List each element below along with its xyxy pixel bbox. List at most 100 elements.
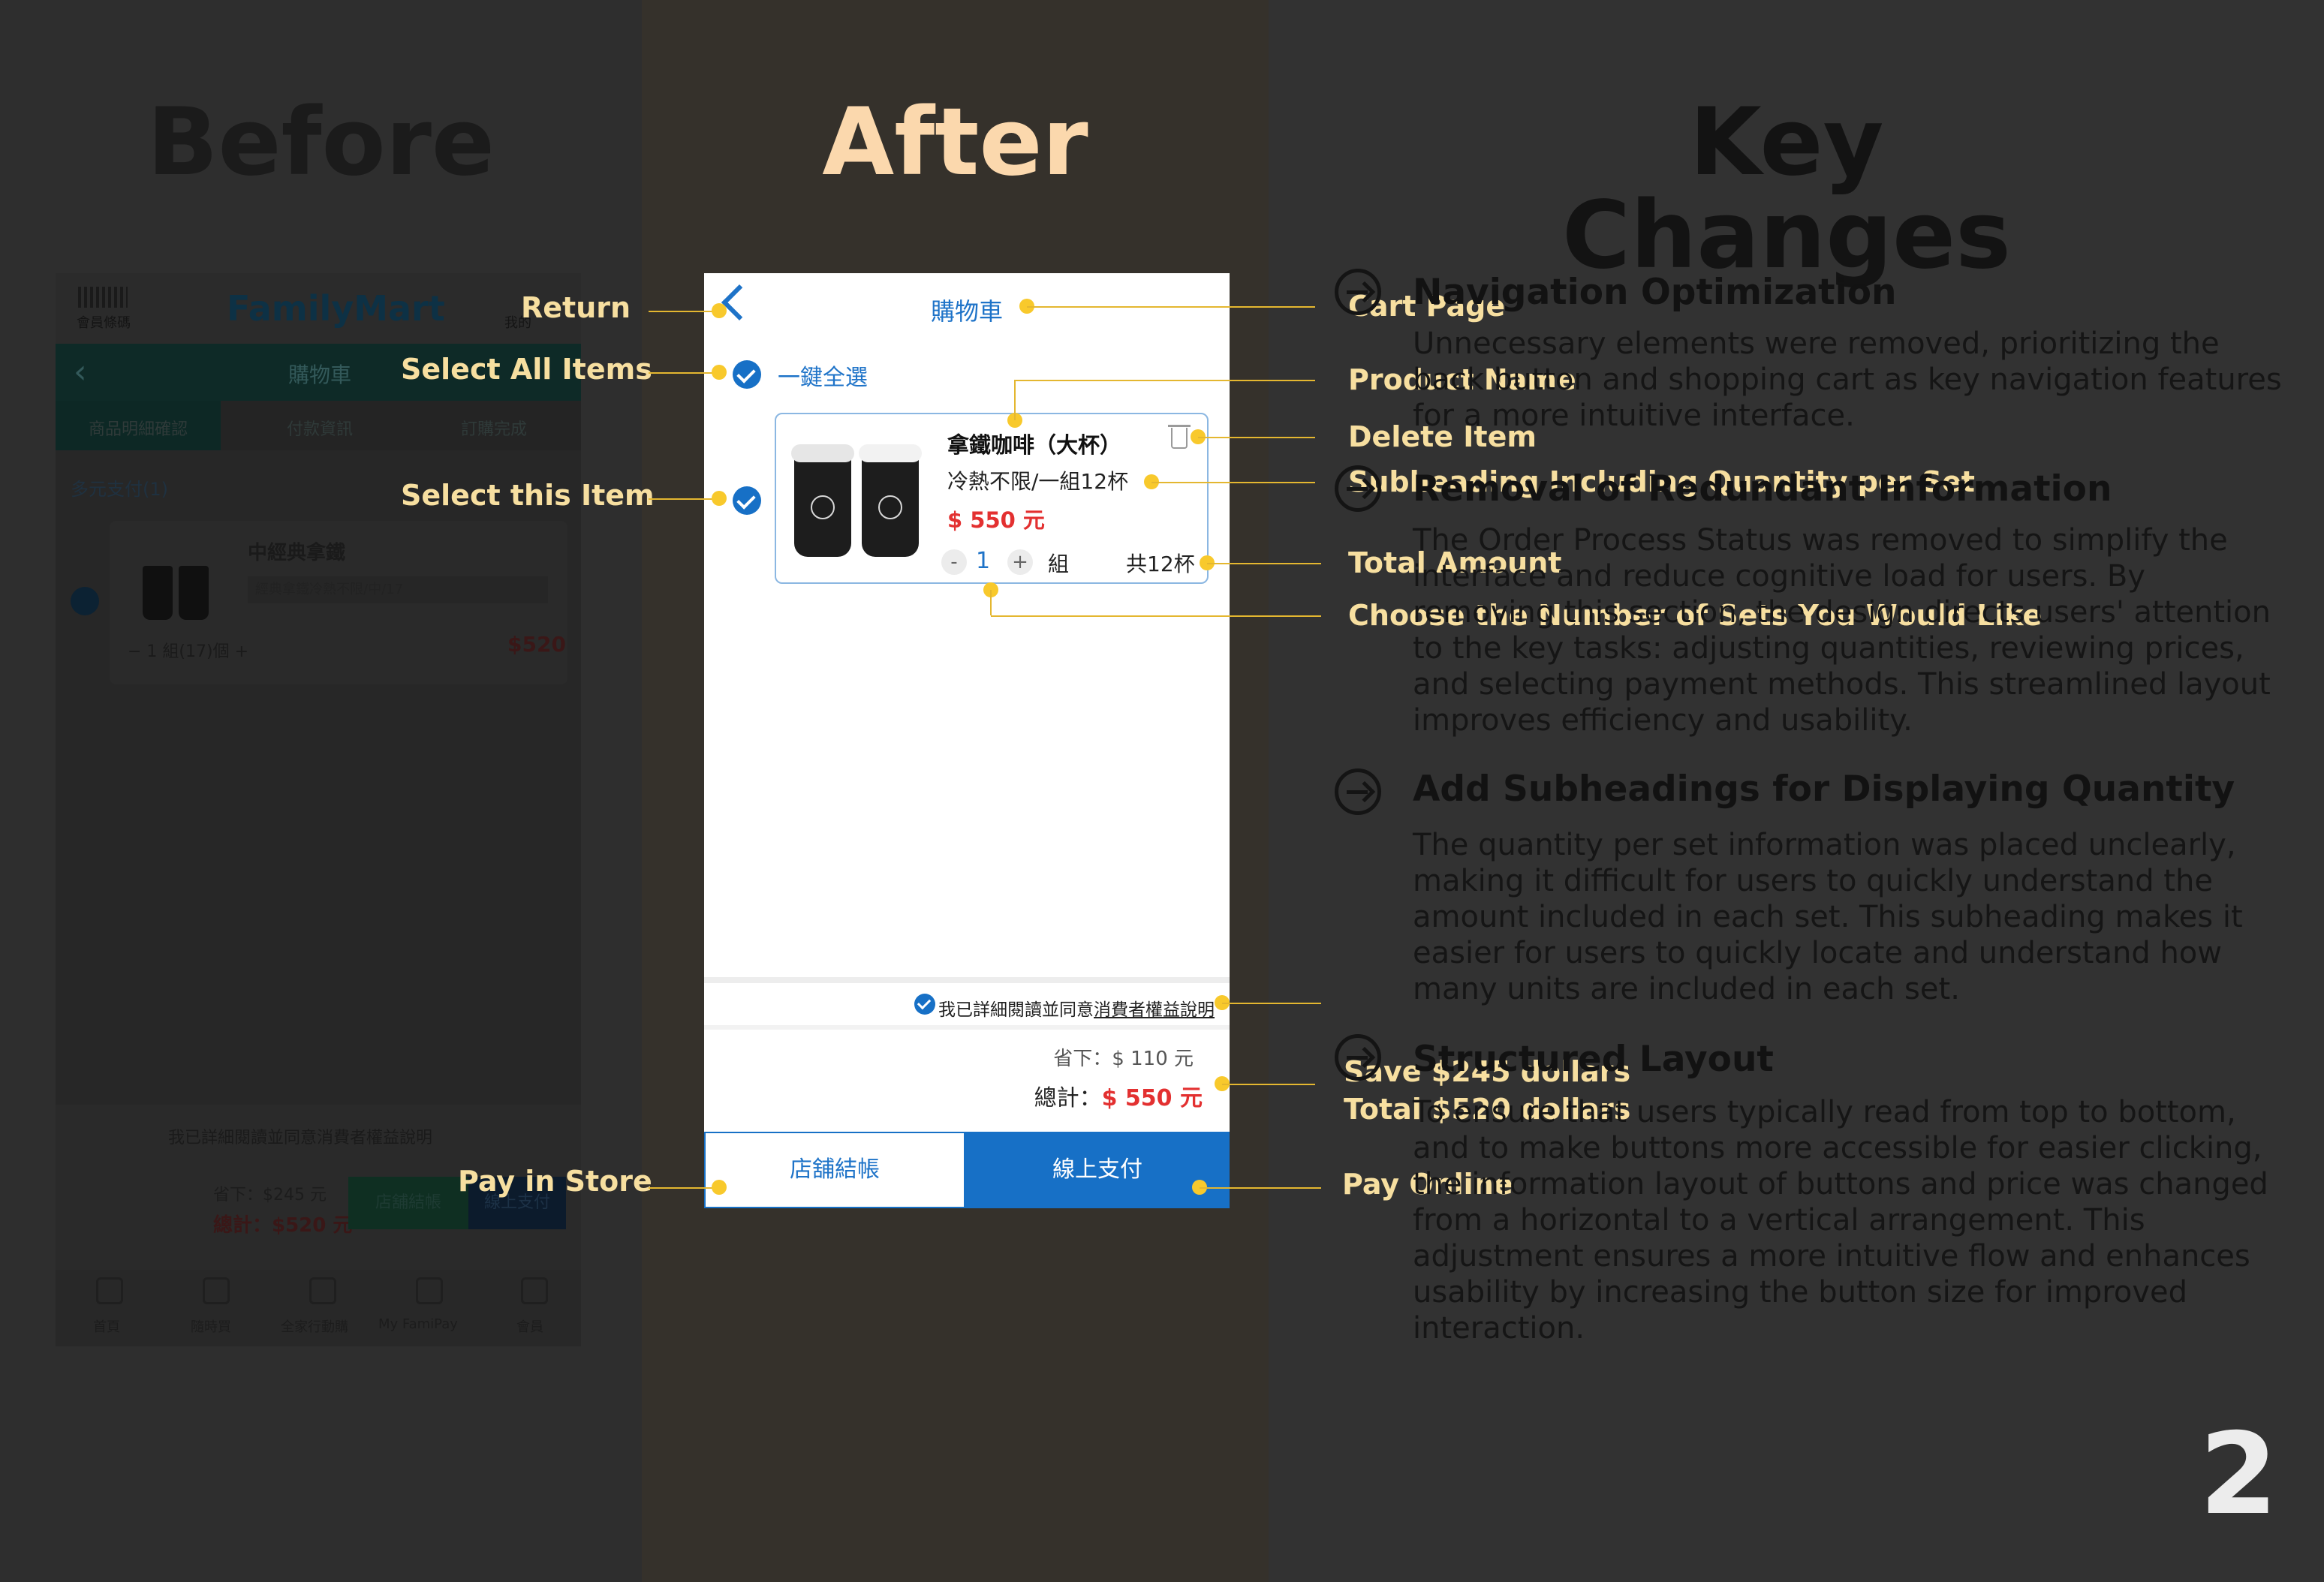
save-row: 省下：$ 110 元 bbox=[1053, 1043, 1194, 1071]
pay-online-button[interactable]: 線上支付 bbox=[965, 1132, 1230, 1208]
agree-row: 我已詳細閱讀並同意消費者權益說明 bbox=[704, 983, 1230, 1025]
barcode-icon bbox=[78, 287, 128, 308]
old-step-1: 商品明細確認 bbox=[89, 420, 188, 439]
old-product-card: 中經典拿鐵 經典拿鐵冷熱不限/中/17 − 1 組(17)個 + $520 bbox=[110, 521, 567, 684]
callout-line bbox=[1207, 563, 1321, 564]
callout-line bbox=[1222, 1003, 1321, 1004]
key-changes-heading: Key Changes bbox=[1562, 89, 2011, 290]
old-top-bar: 會員條碼 FamilyMart 我的 bbox=[56, 273, 581, 344]
select-all-label[interactable]: 一鍵全選 bbox=[778, 359, 868, 392]
old-barcode-caption: 會員條碼 bbox=[77, 315, 131, 331]
callout-line bbox=[649, 311, 719, 312]
product-name: 拿鐵咖啡（大杯） bbox=[947, 432, 1122, 458]
callout-select-all: Select All Items bbox=[401, 353, 652, 386]
new-cart-screen: 購物車 一鍵全選 拿鐵咖啡（大杯） 冷熱不限/一組12杯 $ 550 元 - 1… bbox=[704, 273, 1230, 1208]
old-order-steps: 商品明細確認 付款資訊 訂購完成 bbox=[56, 401, 581, 450]
quantity-value[interactable]: 1 bbox=[976, 548, 990, 574]
old-nav-title: 購物車 bbox=[288, 362, 352, 387]
product-card: 拿鐵咖啡（大杯） 冷熱不限/一組12杯 $ 550 元 - 1 + 組 共12杯 bbox=[775, 413, 1209, 584]
agree-link[interactable]: 消費者權益說明 bbox=[1094, 1000, 1215, 1020]
callout-line bbox=[1222, 1084, 1315, 1085]
old-quantity[interactable]: − 1 組(17)個 + bbox=[128, 638, 248, 662]
home-icon[interactable] bbox=[96, 1277, 123, 1304]
key-change-1-title: Navigation Optimization bbox=[1413, 272, 1897, 313]
old-pay-store-button[interactable]: 店舖結帳 bbox=[348, 1177, 468, 1229]
callout-dot bbox=[712, 491, 727, 506]
divider bbox=[704, 977, 1230, 983]
old-tab-home[interactable]: 首頁 bbox=[93, 1316, 120, 1336]
shop-icon[interactable] bbox=[309, 1277, 336, 1304]
arrow-circle-icon bbox=[1335, 465, 1381, 512]
after-heading: After bbox=[822, 89, 1088, 197]
cup-icon bbox=[179, 566, 209, 620]
divider bbox=[704, 1025, 1230, 1030]
key-change-3-body: The quantity per set information was pla… bbox=[1413, 828, 2243, 1006]
callout-line bbox=[649, 372, 719, 374]
save-label: 省下： bbox=[1053, 1048, 1112, 1070]
total-label: 總計： bbox=[1034, 1085, 1102, 1111]
callout-dot bbox=[712, 365, 727, 380]
save-value: $ 110 元 bbox=[1112, 1048, 1194, 1070]
back-icon[interactable]: ‹ bbox=[74, 353, 87, 391]
total-cups: 共12杯 bbox=[1126, 552, 1195, 576]
callout-line bbox=[1014, 380, 1016, 420]
total-value: $ 550 元 bbox=[1101, 1085, 1203, 1111]
callout-line bbox=[1198, 437, 1315, 438]
arrow-circle-icon bbox=[1335, 1034, 1381, 1081]
callout-line bbox=[1015, 380, 1315, 381]
old-product-name: 中經典拿鐵 bbox=[248, 542, 346, 564]
old-item-check[interactable] bbox=[71, 587, 99, 615]
agree-prefix: 我已詳細閱讀並同意 bbox=[938, 1000, 1094, 1020]
callout-line bbox=[1200, 1187, 1321, 1189]
key-change-2-title: Removal of Redundant Information bbox=[1413, 468, 2112, 510]
callout-dot bbox=[712, 1180, 727, 1195]
pay-in-store-button[interactable]: 店舖結帳 bbox=[704, 1132, 965, 1208]
callout-line bbox=[649, 1187, 719, 1189]
old-brand-logo: FamilyMart bbox=[227, 288, 445, 329]
callout-line bbox=[990, 590, 992, 615]
key-change-4-body: To ensure that users typically read from… bbox=[1413, 1095, 2268, 1346]
cup-icon bbox=[143, 566, 173, 620]
key-change-1-body: Unnecessary elements were removed, prior… bbox=[1413, 326, 2282, 433]
wallet-icon[interactable] bbox=[416, 1277, 443, 1304]
old-agree-text[interactable]: 我已詳細閱讀並同意消費者權益說明 bbox=[168, 1124, 432, 1148]
total-row: 總計：$ 550 元 bbox=[1034, 1079, 1203, 1112]
old-save-text: 省下：$245 元 bbox=[213, 1186, 327, 1205]
cup-icon bbox=[791, 444, 854, 557]
before-heading: Before bbox=[146, 89, 495, 197]
old-tab-member[interactable]: 會員 bbox=[516, 1316, 543, 1336]
user-icon[interactable] bbox=[521, 1277, 548, 1304]
callout-dot bbox=[712, 303, 727, 318]
old-price: $520 bbox=[507, 632, 566, 657]
old-tab-buy[interactable]: 隨時買 bbox=[191, 1316, 231, 1336]
cup-icon bbox=[859, 444, 922, 557]
increase-button[interactable]: + bbox=[1007, 549, 1033, 575]
agree-text: 我已詳細閱讀並同意消費者權益說明 bbox=[938, 995, 1215, 1021]
check-icon bbox=[736, 364, 756, 383]
callout-line bbox=[1151, 482, 1315, 483]
callout-line bbox=[991, 615, 1321, 617]
trash-icon[interactable] bbox=[1168, 425, 1191, 449]
old-step-3: 訂購完成 bbox=[461, 420, 528, 439]
old-step-2: 付款資訊 bbox=[287, 420, 354, 439]
callout-line bbox=[649, 498, 719, 500]
quantity-unit: 組 bbox=[1048, 552, 1070, 576]
decrease-button[interactable]: - bbox=[941, 549, 967, 575]
agree-checkbox[interactable] bbox=[914, 994, 935, 1015]
callout-select-item: Select this Item bbox=[401, 479, 655, 512]
cart-icon[interactable] bbox=[203, 1277, 230, 1304]
select-all-checkbox[interactable] bbox=[733, 360, 761, 389]
arrow-circle-icon bbox=[1335, 269, 1381, 315]
arrow-circle-icon bbox=[1335, 768, 1381, 815]
old-tab-famipay[interactable]: My FamiPay bbox=[378, 1316, 458, 1332]
select-item-checkbox[interactable] bbox=[733, 486, 761, 515]
check-icon bbox=[917, 995, 932, 1010]
key-change-3-title: Add Subheadings for Displaying Quantity bbox=[1413, 768, 2235, 810]
key-change-4-title: Structured Layout bbox=[1413, 1039, 1774, 1080]
product-price: $ 550 元 bbox=[947, 507, 1045, 533]
key-change-2-body: The Order Process Status was removed to … bbox=[1413, 523, 2271, 738]
cart-page-title: 購物車 bbox=[930, 297, 1003, 326]
old-product-subtitle: 經典拿鐵冷熱不限/中/17 bbox=[248, 576, 548, 603]
old-multi-pay[interactable]: 多元支付(1) bbox=[71, 474, 168, 501]
old-tab-mobile[interactable]: 全家行動購 bbox=[281, 1316, 348, 1336]
